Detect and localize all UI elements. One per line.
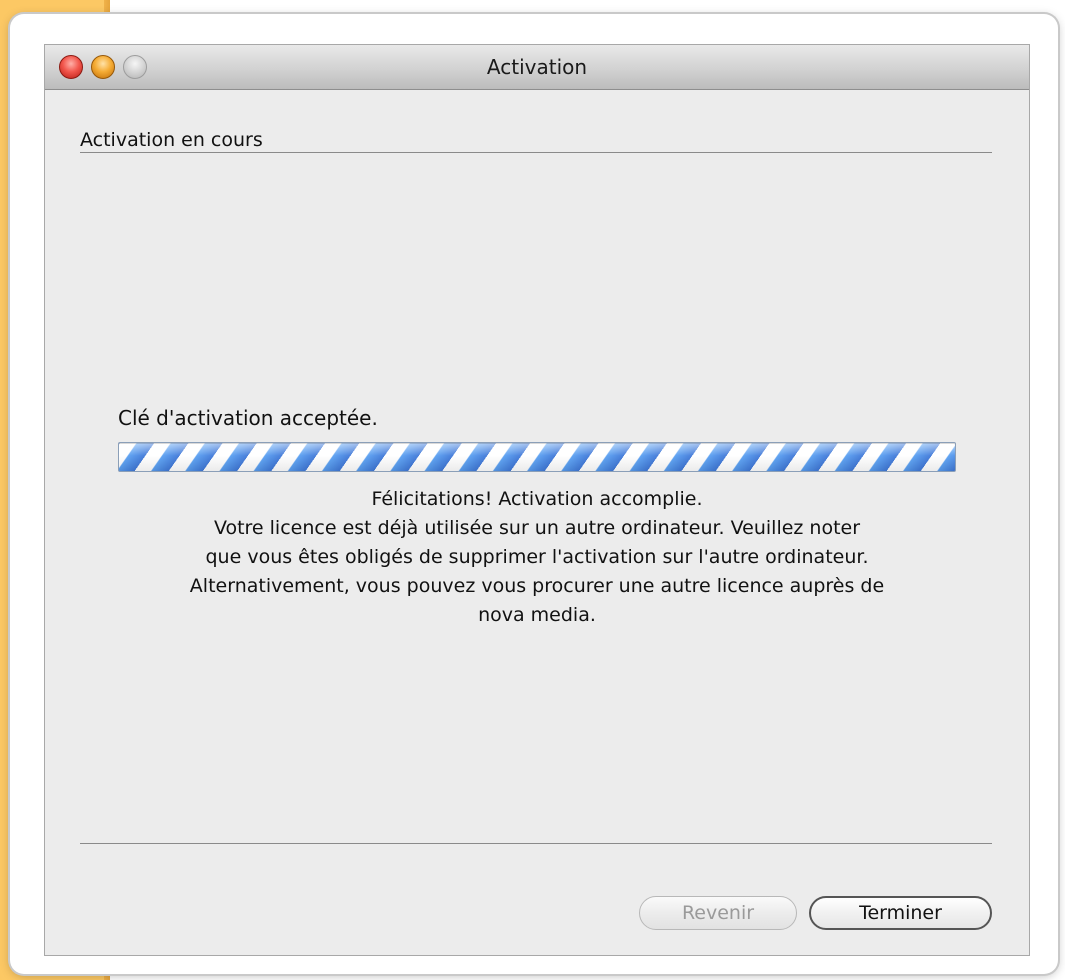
message-line: que vous êtes obligés de supprimer l'act… — [205, 546, 869, 568]
back-button: Revenir — [639, 896, 797, 930]
status-label: Clé d'activation acceptée. — [118, 406, 378, 430]
progress-bar — [118, 442, 956, 472]
message-line: Alternativement, vous pouvez vous procur… — [189, 575, 885, 597]
finish-button[interactable]: Terminer — [809, 896, 992, 930]
message-line: Félicitations! Activation accomplie. — [371, 488, 703, 510]
title-bar[interactable]: Activation — [45, 45, 1029, 90]
footer-divider — [80, 843, 992, 844]
window-title: Activation — [486, 55, 588, 79]
message-line: Votre licence est déjà utilisée sur un a… — [213, 517, 861, 539]
message-line: nova media. — [478, 604, 596, 626]
heading-divider — [80, 152, 992, 153]
result-message: Félicitations! Activation accomplie. Vot… — [85, 485, 989, 630]
activation-window: Activation Activation en cours Clé d'act… — [45, 45, 1029, 955]
section-heading: Activation en cours — [80, 129, 263, 151]
